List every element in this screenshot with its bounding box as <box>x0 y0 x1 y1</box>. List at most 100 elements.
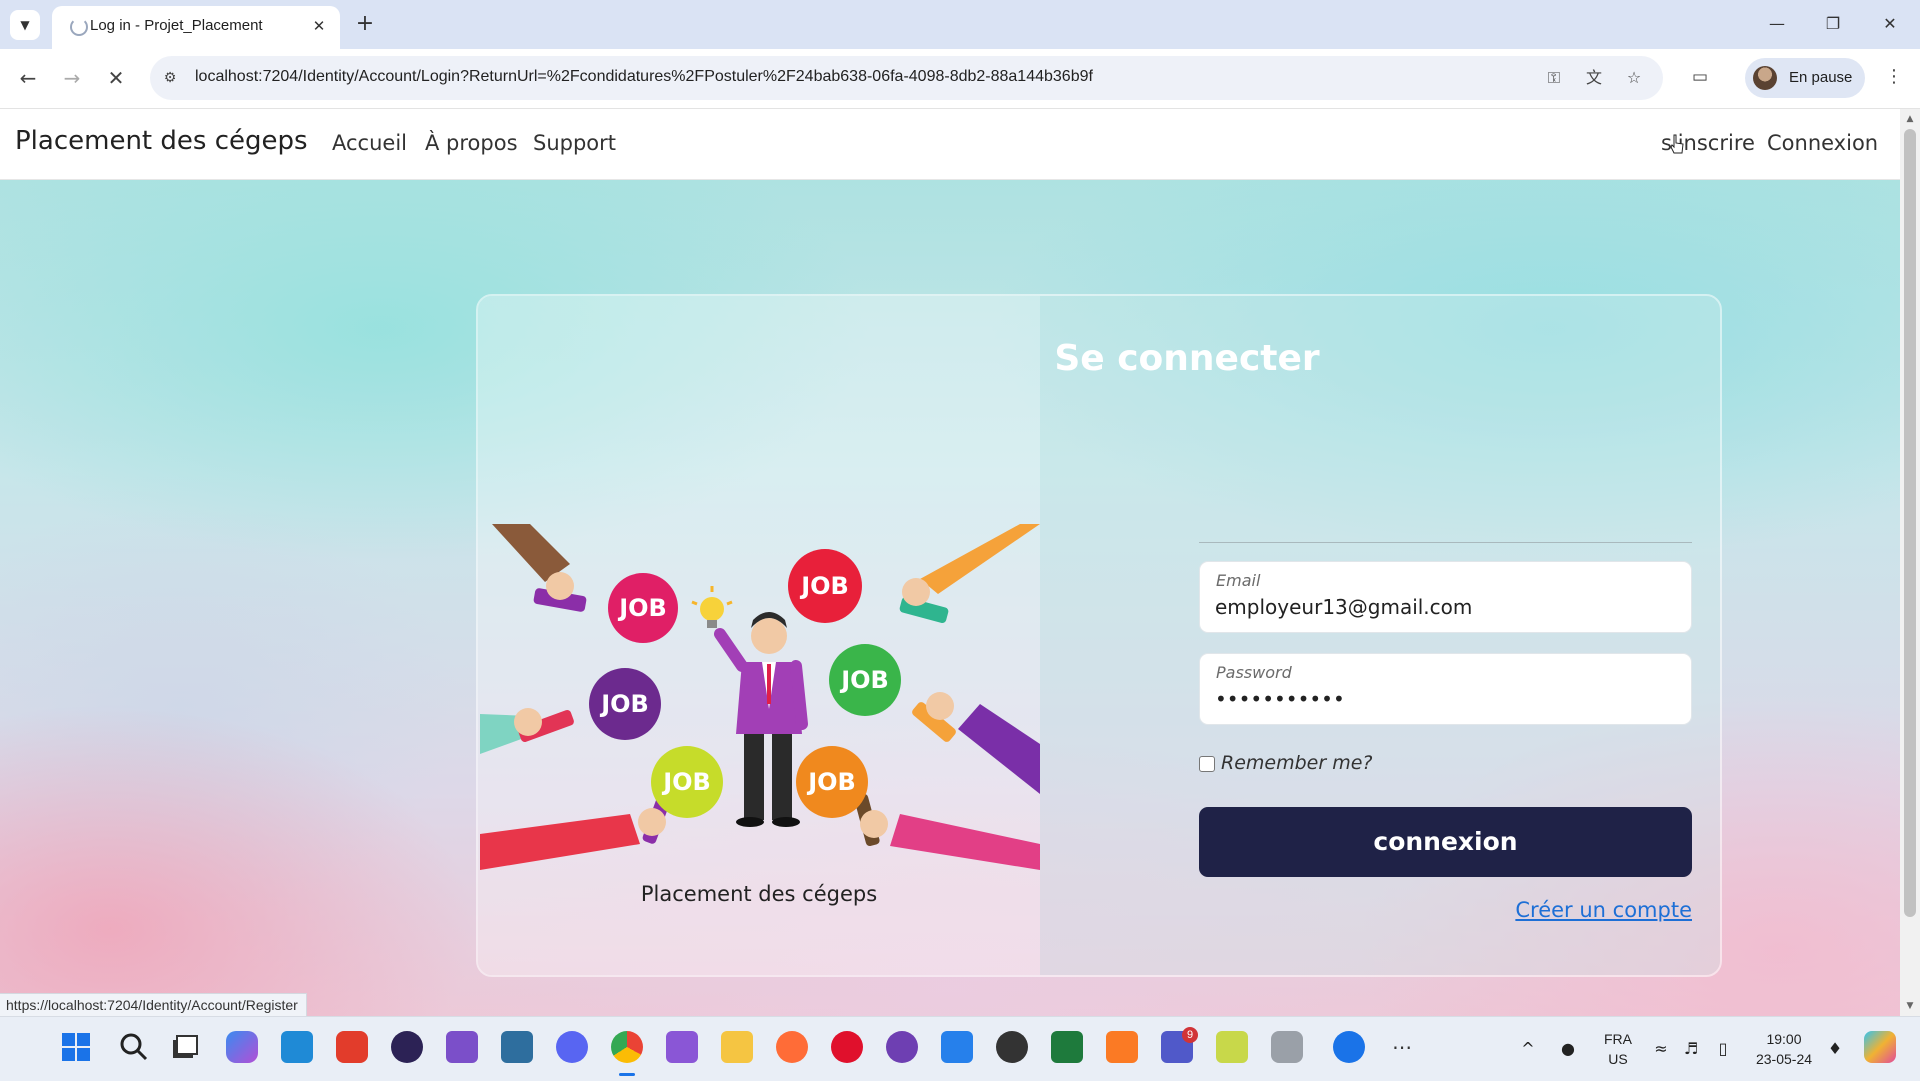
page-scrollbar[interactable]: ▲ ▼ <box>1900 109 1920 1016</box>
power-automate-icon[interactable] <box>941 1031 973 1063</box>
svg-text:JOB: JOB <box>599 690 649 718</box>
title-divider <box>1199 542 1692 543</box>
illustration-caption: Placement des cégeps <box>640 882 878 906</box>
database-icon[interactable] <box>1271 1031 1303 1063</box>
login-submit-button[interactable]: connexion <box>1199 807 1692 877</box>
nav-link-a-propos[interactable]: À propos <box>425 131 518 155</box>
obs-icon[interactable] <box>996 1031 1028 1063</box>
microphone-icon[interactable]: ● <box>1558 1039 1578 1058</box>
copilot-tray-icon[interactable] <box>1864 1031 1896 1063</box>
tab-strip: ▼ Log in - Projet_Placement ✕ + — ❐ ✕ <box>0 0 1920 49</box>
scrollbar-thumb[interactable] <box>1904 129 1916 917</box>
chevron-down-icon: ▼ <box>20 18 30 32</box>
postman-icon[interactable] <box>776 1031 808 1063</box>
restore-button[interactable]: ❐ <box>1811 8 1855 40</box>
job-badge-icon: JOB <box>829 644 901 716</box>
close-tab-icon[interactable]: ✕ <box>308 15 330 37</box>
bookmark-star-icon[interactable]: ☆ <box>1622 66 1646 90</box>
email-field[interactable]: Email employeur13@gmail.com <box>1199 561 1692 633</box>
active-tab[interactable]: Log in - Projet_Placement ✕ <box>52 6 340 49</box>
scroll-down-icon[interactable]: ▼ <box>1900 998 1920 1014</box>
language-indicator[interactable]: FRA <box>1601 1031 1635 1047</box>
orange-arm-icon <box>920 524 1040 594</box>
tab-title: Log in - Projet_Placement <box>90 17 263 34</box>
visual-studio-icon[interactable] <box>446 1031 478 1063</box>
profile-label: En pause <box>1789 69 1853 86</box>
copilot-icon[interactable] <box>226 1031 258 1063</box>
page-viewport: Placement des cégeps Accueil À propos Su… <box>0 109 1900 1016</box>
font-app-icon[interactable] <box>1333 1031 1365 1063</box>
nav-link-support[interactable]: Support <box>533 131 616 155</box>
login-card: JOB JOB JOB JOB JOB JOB Placement des cé… <box>476 294 1722 977</box>
email-input[interactable]: employeur13@gmail.com <box>1215 595 1472 619</box>
clock-date[interactable]: 23-05-24 <box>1750 1051 1818 1067</box>
create-account-link-text[interactable]: Créer un compte <box>1515 898 1692 922</box>
nav-link-login[interactable]: Connexion <box>1767 131 1878 155</box>
new-tab-button[interactable]: + <box>352 11 378 37</box>
job-badge-icon: JOB <box>608 573 678 643</box>
tray-chevron-icon[interactable]: ^ <box>1518 1039 1538 1058</box>
windows-taskbar: 9 ⋯ ^ ● FRA US ≈ ♬ ▯ 19:00 23-05-24 ♦ <box>0 1016 1920 1081</box>
scroll-up-icon[interactable]: ▲ <box>1900 111 1920 127</box>
github-desktop-icon[interactable] <box>886 1031 918 1063</box>
more-icon[interactable]: ⋯ <box>1392 1035 1412 1059</box>
browser-toolbar: ← → ✕ ⚙ localhost:7204/Identity/Account/… <box>0 49 1920 109</box>
site-info-icon[interactable]: ⚙ <box>160 68 180 88</box>
loading-spinner-icon <box>70 18 88 36</box>
svg-text:JOB: JOB <box>661 768 711 796</box>
region-indicator[interactable]: US <box>1601 1051 1635 1067</box>
create-account-link: Créer un compte <box>1199 898 1692 922</box>
job-badge-icon: JOB <box>788 549 862 623</box>
chrome-running-indicator <box>619 1073 635 1076</box>
extensions-icon[interactable]: ▭ <box>1686 63 1714 91</box>
password-key-icon[interactable]: ⚿ <box>1542 66 1566 90</box>
url-text[interactable]: localhost:7204/Identity/Account/Login?Re… <box>195 68 1093 86</box>
tab-search-button[interactable]: ▼ <box>10 10 40 40</box>
notification-bell-icon[interactable]: ♦ <box>1825 1039 1845 1058</box>
search-icon[interactable] <box>118 1031 150 1063</box>
file-explorer-icon[interactable] <box>721 1031 753 1063</box>
vscode-icon[interactable] <box>281 1031 313 1063</box>
svg-text:JOB: JOB <box>839 666 889 694</box>
minimize-button[interactable]: — <box>1755 8 1799 40</box>
stop-loading-button[interactable]: ✕ <box>100 62 132 94</box>
battery-icon[interactable]: ▯ <box>1713 1039 1733 1058</box>
form-title: Se connecter <box>1054 338 1320 379</box>
eclipse-icon[interactable] <box>391 1031 423 1063</box>
discord-icon[interactable] <box>556 1031 588 1063</box>
job-badge-icon: JOB <box>589 668 661 740</box>
chrome-icon[interactable] <box>611 1031 643 1063</box>
project-icon[interactable] <box>1051 1031 1083 1063</box>
volume-icon[interactable]: ♬ <box>1681 1039 1701 1058</box>
back-button[interactable]: ← <box>12 62 44 94</box>
password-field[interactable]: Password ••••••••••• <box>1199 653 1692 725</box>
opera-icon[interactable] <box>831 1031 863 1063</box>
wps-icon[interactable] <box>336 1031 368 1063</box>
nav-link-accueil[interactable]: Accueil <box>332 131 407 155</box>
profile-button[interactable]: En pause <box>1745 58 1865 98</box>
red-arm-icon <box>480 814 640 870</box>
xampp-icon[interactable] <box>1106 1031 1138 1063</box>
mysql-workbench-icon[interactable] <box>501 1031 533 1063</box>
remember-me-label[interactable]: Remember me? <box>1221 752 1372 774</box>
svg-text:JOB: JOB <box>799 572 849 600</box>
address-bar[interactable]: ⚙ localhost:7204/Identity/Account/Login?… <box>150 56 1663 100</box>
task-view-icon[interactable] <box>168 1031 200 1063</box>
svg-text:JOB: JOB <box>617 594 667 622</box>
teams-badge: 9 <box>1182 1027 1198 1043</box>
windows-start-icon[interactable] <box>60 1031 92 1063</box>
browser-menu-icon[interactable]: ⋮ <box>1880 63 1908 91</box>
card-illustration-panel: JOB JOB JOB JOB JOB JOB Placement des cé… <box>478 296 1040 975</box>
visual-studio-2-icon[interactable] <box>666 1031 698 1063</box>
site-brand[interactable]: Placement des cégeps <box>15 126 308 156</box>
remember-me-checkbox[interactable] <box>1199 756 1215 772</box>
translate-icon[interactable]: 文 <box>1582 66 1606 90</box>
close-window-button[interactable]: ✕ <box>1868 8 1912 40</box>
wifi-icon[interactable]: ≈ <box>1651 1039 1671 1058</box>
avatar <box>1753 66 1777 90</box>
link-status-bubble: https://localhost:7204/Identity/Account/… <box>0 993 307 1018</box>
clock-time[interactable]: 19:00 <box>1750 1031 1818 1047</box>
forward-button[interactable]: → <box>56 62 88 94</box>
android-studio-icon[interactable] <box>1216 1031 1248 1063</box>
password-input[interactable]: ••••••••••• <box>1215 687 1345 711</box>
